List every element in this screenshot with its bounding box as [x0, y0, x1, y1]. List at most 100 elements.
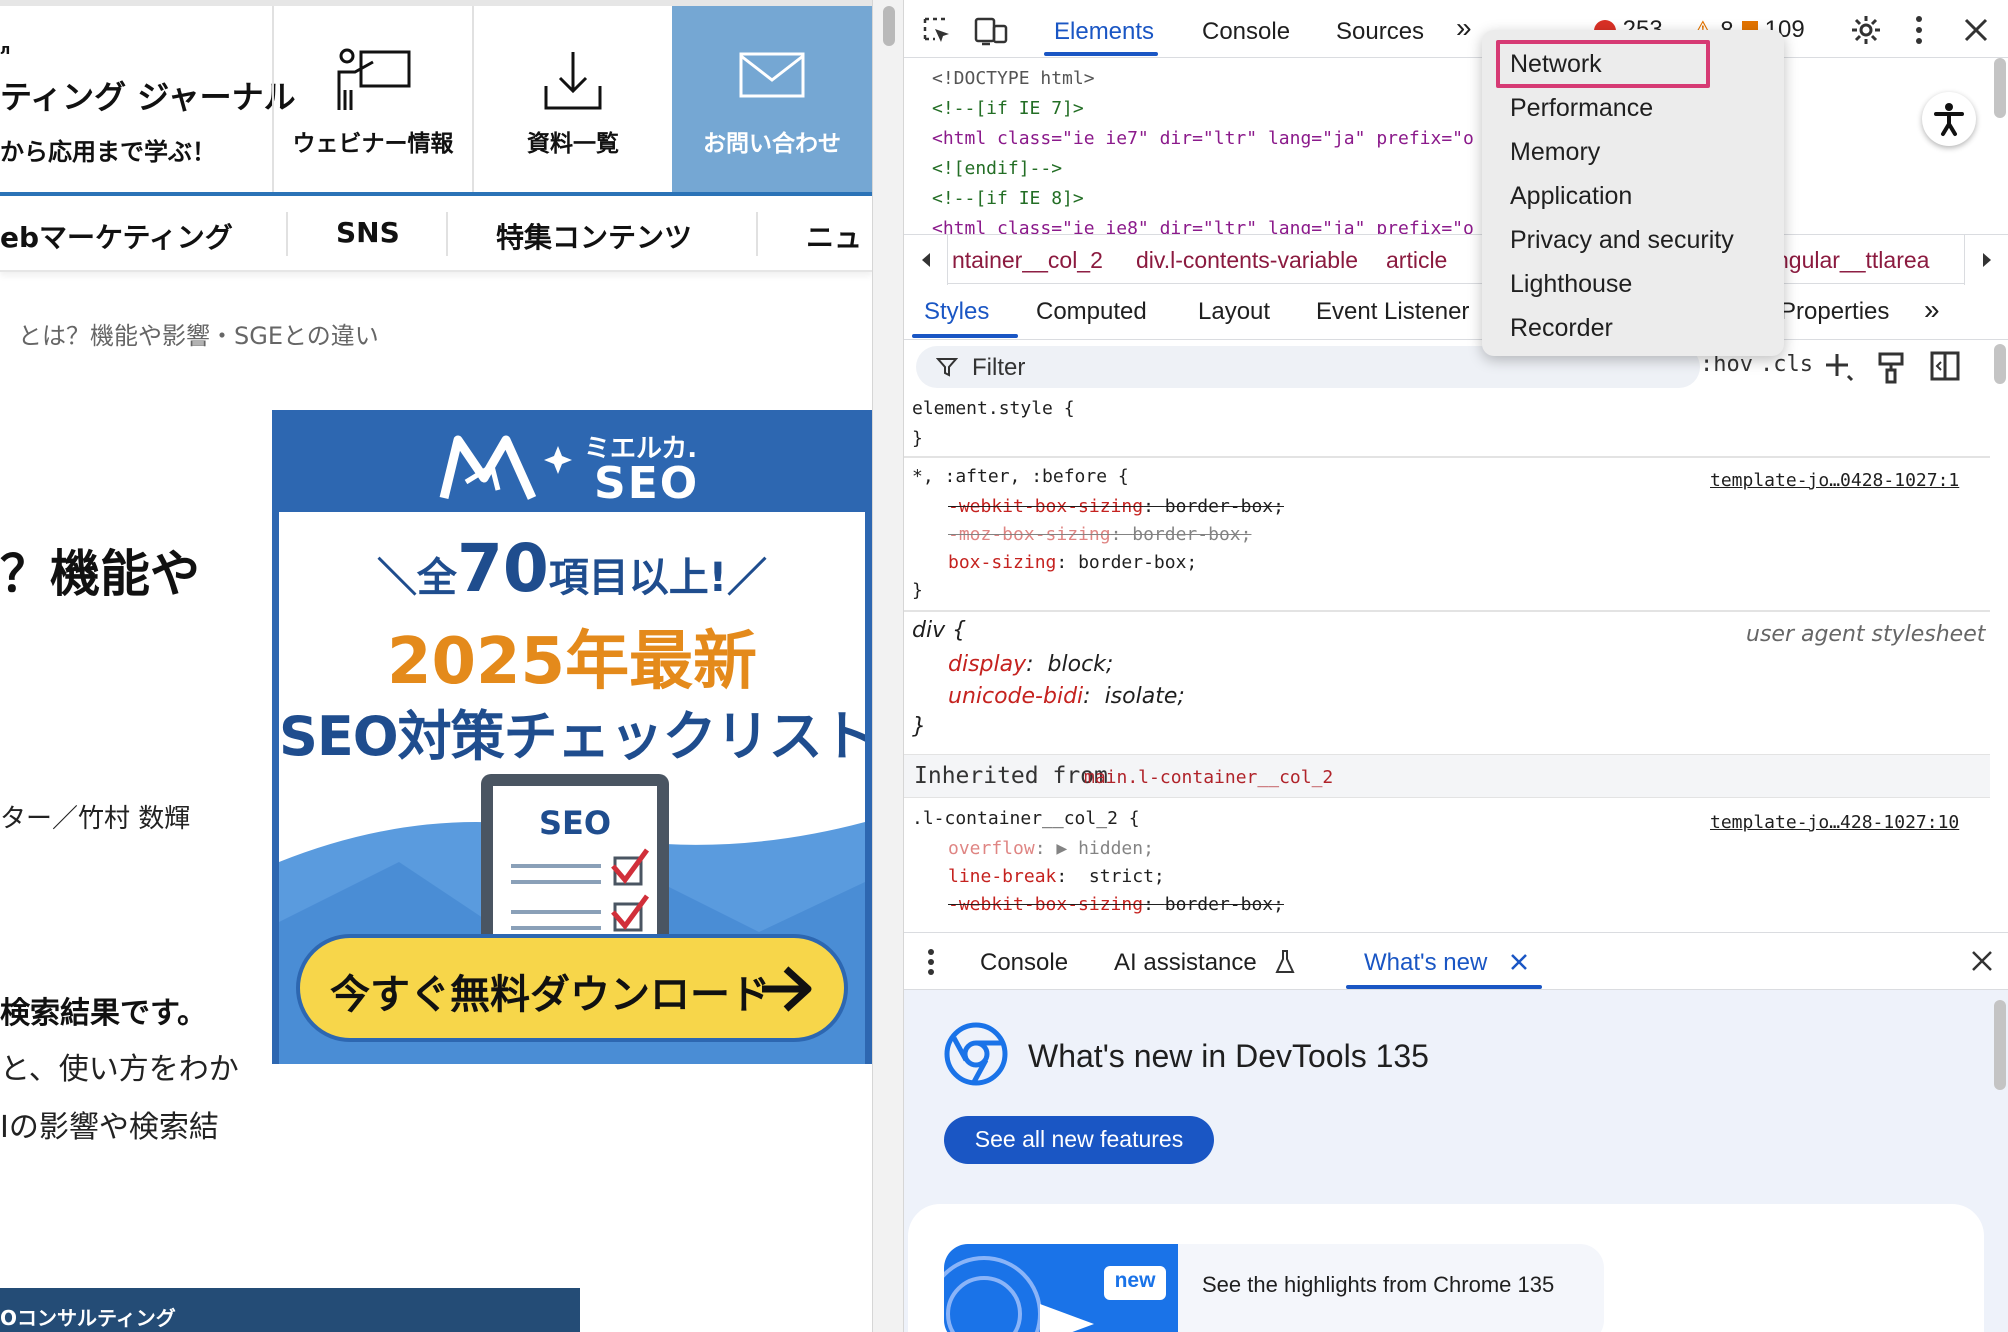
nav-webinar[interactable]: ウェビナー情報 — [272, 6, 472, 192]
whats-new-title: What's new in DevTools 135 — [1028, 1038, 1429, 1074]
menu-item-performance[interactable]: Performance — [1510, 94, 1653, 123]
tab-computed[interactable]: Computed — [1036, 298, 1147, 326]
close-tab-icon[interactable] — [1510, 953, 1528, 971]
dom-line[interactable]: <html class="ie ie7" dir="ltr" lang="ja"… — [932, 128, 1474, 149]
menu-item-memory[interactable]: Memory — [1510, 138, 1600, 167]
nav-contact[interactable]: お問い合わせ — [672, 6, 872, 192]
brand-title: ティング ジャーナル — [0, 78, 296, 116]
category-sns[interactable]: SNS — [336, 216, 400, 249]
drawer-tab-ai-assistance[interactable]: AI assistance — [1114, 949, 1257, 977]
breadcrumb-item[interactable]: article — [1386, 247, 1447, 274]
close-drawer-icon[interactable] — [1970, 949, 1994, 973]
tab-styles[interactable]: Styles — [924, 298, 989, 326]
dom-tree-scrollbar[interactable] — [1994, 58, 2006, 118]
close-devtools-icon[interactable] — [1962, 16, 1990, 44]
device-toolbar-icon[interactable] — [974, 16, 1008, 46]
expand-triangle-icon[interactable]: ▶ — [1056, 838, 1067, 859]
css-declaration[interactable]: unicode-bidi: isolate; — [948, 684, 1185, 709]
css-declaration[interactable]: line-break: strict; — [948, 866, 1165, 887]
chrome-highlights-item[interactable]: new See the highlights from Chrome 135 — [944, 1244, 1604, 1332]
menu-item-privacy-security[interactable]: Privacy and security — [1510, 226, 1734, 255]
dom-tree[interactable]: <!DOCTYPE html> <!--[if IE 7]> <html cla… — [904, 58, 2008, 234]
css-value: block; — [1047, 652, 1114, 677]
consulting-banner[interactable]: Oコンサルティング — [0, 1288, 580, 1332]
menu-item-lighthouse[interactable]: Lighthouse — [1510, 270, 1632, 299]
stylesheet-link[interactable]: template-jo…0428-1027:1 — [1710, 470, 1959, 491]
category-news[interactable]: ニュ — [806, 216, 862, 256]
toggle-sidebar-icon[interactable] — [1930, 350, 1960, 382]
breadcrumb-item[interactable]: ngular__ttlarea — [1776, 247, 1929, 274]
download-cta-button[interactable]: 今すぐ無料ダウンロード — [296, 934, 848, 1042]
new-style-rule-icon[interactable] — [1822, 350, 1856, 384]
dom-line[interactable]: <!DOCTYPE html> — [932, 68, 1095, 89]
mail-icon — [739, 52, 805, 98]
seo-checklist-ad[interactable]: ミエルカ. SEO ＼全70項目以上!／ 2025年最新 SEO対策チェックリス… — [272, 410, 872, 1064]
kebab-menu-icon[interactable] — [1914, 14, 1924, 46]
breadcrumb-scroll-right[interactable] — [1964, 235, 2008, 285]
user-agent-stylesheet-label: user agent stylesheet — [1746, 622, 1986, 647]
chrome-devtools-logo-icon — [944, 1022, 1008, 1086]
tab-properties[interactable]: Properties — [1780, 298, 1889, 326]
css-declaration[interactable]: -moz-box-sizing: border-box; — [948, 524, 1251, 545]
tab-event-listeners[interactable]: Event Listener — [1316, 298, 1469, 326]
article-lead-bold: 検索結果です。 — [0, 996, 207, 1031]
menu-item-recorder[interactable]: Recorder — [1510, 314, 1613, 343]
inherited-element-link[interactable]: main.l-container__col_2 — [1084, 767, 1333, 788]
highlights-text: See the highlights from Chrome 135 — [1202, 1272, 1555, 1297]
breadcrumb-item[interactable]: ntainer__col_2 — [952, 247, 1103, 274]
devtools-resize-handle[interactable] — [872, 0, 904, 1332]
inspect-element-icon[interactable] — [922, 16, 952, 46]
tab-console[interactable]: Console — [1202, 18, 1290, 46]
dom-line[interactable]: <html class="ie ie8" dir="ltr" lang="ja"… — [932, 218, 1474, 234]
paint-roller-icon[interactable] — [1876, 350, 1906, 384]
nav-documents-label: 資料一覧 — [527, 131, 619, 157]
container-selector[interactable]: .l-container__col_2 { — [912, 808, 1140, 829]
css-value: border-box; — [1164, 496, 1284, 517]
accessibility-button[interactable] — [1922, 92, 1976, 146]
css-declaration[interactable]: -webkit-box-sizing: border-box; — [948, 894, 1284, 915]
tab-sources[interactable]: Sources — [1336, 18, 1424, 46]
nav-documents[interactable]: 資料一覧 — [472, 6, 672, 192]
css-declaration[interactable]: box-sizing: border-box; — [948, 552, 1197, 573]
css-value: border-box; — [1164, 894, 1284, 915]
nav-contact-label: お問い合わせ — [703, 131, 841, 157]
dom-line[interactable]: <!--[if IE 8]> — [932, 188, 1084, 209]
download-icon — [544, 52, 602, 110]
css-declaration[interactable]: display: block; — [948, 652, 1113, 677]
whats-new-scrollbar[interactable] — [1994, 1000, 2006, 1090]
category-features[interactable]: 特集コンテンツ — [496, 216, 692, 256]
drawer-menu-icon[interactable] — [926, 947, 936, 977]
more-subtabs-chevron-icon[interactable]: » — [1924, 294, 1940, 326]
div-selector[interactable]: div { — [912, 618, 966, 643]
category-separator — [286, 212, 288, 256]
tab-layout[interactable]: Layout — [1198, 298, 1270, 326]
see-all-features-button[interactable]: See all new features — [944, 1116, 1214, 1164]
settings-gear-icon[interactable] — [1850, 14, 1882, 46]
css-value: strict; — [1088, 866, 1165, 887]
article-title: ？機能や — [0, 545, 200, 603]
drawer-tab-console[interactable]: Console — [980, 949, 1068, 977]
breadcrumb-item[interactable]: div.l-contents-variable — [1136, 247, 1358, 274]
stylesheet-link[interactable]: template-jo…428-1027:10 — [1710, 812, 1959, 833]
css-property: -webkit-box-sizing — [948, 894, 1144, 915]
rule-divider — [904, 610, 1990, 612]
element-style-selector[interactable]: element.style { — [912, 398, 1075, 419]
category-web-marketing[interactable]: ebマーケティング — [0, 216, 233, 256]
css-declaration[interactable]: overflow: ▶ hidden; — [948, 838, 1154, 859]
more-tabs-chevron-icon[interactable]: » — [1456, 12, 1472, 44]
styles-scrollbar[interactable] — [1994, 344, 2006, 384]
menu-item-network[interactable]: Network — [1510, 50, 1602, 79]
arrow-right-icon — [762, 966, 812, 1012]
css-declaration[interactable]: -webkit-box-sizing: border-box; — [948, 496, 1284, 517]
breadcrumb-scroll-left[interactable] — [904, 235, 948, 285]
dom-line[interactable]: <![endif]--> — [932, 158, 1062, 179]
universal-selector[interactable]: *, :after, :before { — [912, 466, 1129, 487]
tab-elements[interactable]: Elements — [1054, 18, 1154, 46]
dom-line[interactable]: <!--[if IE 7]> — [932, 98, 1084, 119]
filter-placeholder: Filter — [972, 354, 1026, 381]
menu-item-application[interactable]: Application — [1510, 182, 1632, 211]
drawer-tab-whats-new[interactable]: What's new — [1364, 949, 1487, 977]
page-scrollbar-thumb[interactable] — [883, 6, 895, 46]
dom-breadcrumbs: ntainer__col_2 div.l-contents-variable a… — [904, 234, 2008, 285]
css-property: line-break — [948, 866, 1057, 887]
